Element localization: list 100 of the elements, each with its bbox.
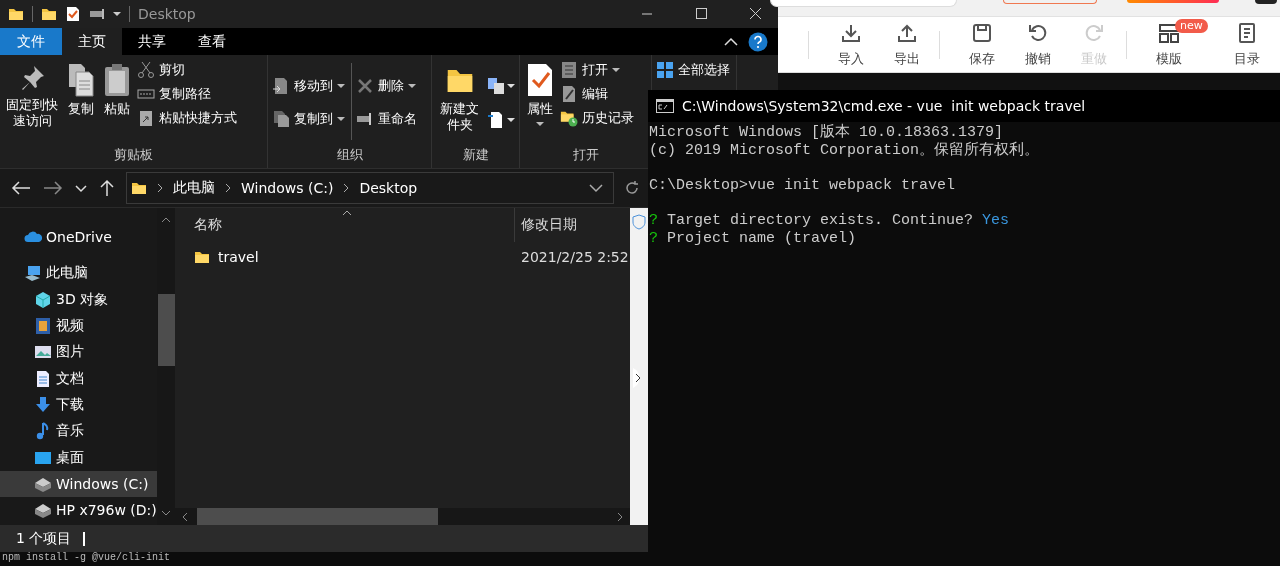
open-icon (560, 60, 578, 79)
ribbon-tab[interactable]: 文件 (0, 28, 62, 55)
window-title: Desktop (138, 6, 196, 22)
window-title: C:\Windows\System32\cmd.exe - vue init webpack travel (682, 98, 1086, 114)
ribbon-button[interactable]: 移动到 (272, 75, 347, 97)
status-text: 1 个项目 (16, 529, 72, 548)
ribbon-button[interactable]: 打开 (560, 59, 636, 80)
terminal-line: C:\Desktop>vue init webpack travel (649, 176, 957, 195)
ribbon-tab[interactable]: 主页 (62, 28, 122, 55)
edit-icon (560, 84, 578, 103)
shield-icon (632, 214, 646, 230)
save-icon (971, 21, 993, 44)
text-cursor (83, 531, 86, 546)
new-badge: new (1175, 18, 1208, 33)
terminal-line: ? Target directory exists. Continue? Yes (649, 211, 1011, 230)
ribbon-button[interactable]: 新建文件夹 (436, 59, 483, 138)
group-label: 新建 (461, 146, 490, 164)
ribbon-button[interactable]: 粘贴快捷方式 (136, 107, 239, 128)
address-bar[interactable]: 此电脑 Windows (C:) Desktop (126, 172, 614, 204)
breadcrumb[interactable]: 此电脑 (173, 179, 215, 197)
ribbon-button[interactable]: 粘贴 (100, 59, 133, 122)
layout-icon (1158, 21, 1180, 44)
up-icon[interactable] (98, 179, 116, 197)
ribbon-tab[interactable]: 共享 (122, 28, 182, 55)
breadcrumb[interactable]: Windows (C:) (241, 180, 334, 196)
sort-caret-icon (342, 210, 352, 216)
group-label: 剪贴板 (113, 146, 154, 164)
nav-item[interactable]: Windows (C:) (0, 470, 157, 497)
caret-icon (113, 11, 121, 17)
ribbon-button[interactable]: 重命名 (356, 108, 419, 130)
scroll-left-icon (181, 511, 189, 522)
ribbon-button[interactable]: 剪切 (136, 59, 239, 80)
nav-item[interactable]: 桌面 (0, 444, 157, 471)
rename-icon[interactable] (89, 6, 105, 22)
toolbar-button[interactable]: 目录 (1219, 21, 1275, 68)
properties-icon[interactable] (65, 6, 81, 22)
ribbon-button[interactable]: 复制路径 (136, 83, 239, 104)
chevron-right-icon (156, 183, 164, 193)
file-name: travel (218, 249, 259, 265)
terminal-line: Microsoft Windows [版本 10.0.18363.1379] (649, 124, 1005, 142)
ribbon-tab[interactable]: 查看 (182, 28, 242, 55)
rename-icon (356, 110, 374, 128)
scroll-down-icon (161, 509, 171, 517)
ribbon-button[interactable]: 固定到快速访问 (4, 59, 61, 134)
film-icon (34, 317, 52, 336)
nav-item[interactable]: HP x796w (D:) (0, 496, 157, 524)
ribbon-button[interactable]: 复制到 (272, 108, 347, 130)
ribbon-button[interactable]: 编辑 (560, 83, 636, 104)
new-item-icon (487, 76, 505, 95)
nav-item[interactable]: 图片 (0, 339, 157, 366)
nav-item[interactable]: 音乐 (0, 418, 157, 445)
nav-item[interactable]: 文档 (0, 365, 157, 392)
terminal-line: ? Project name (travel) (649, 229, 858, 248)
toolbar-button[interactable]: new 模版 (1141, 18, 1219, 68)
terminal-line: npm install -g @vue/cli-init (1, 552, 172, 564)
collapse-ribbon-icon[interactable] (724, 36, 738, 47)
nav-item[interactable]: 3D 对象 (0, 286, 157, 313)
download-icon (34, 395, 52, 414)
scroll-right-icon (616, 511, 624, 522)
ribbon-button[interactable]: 属性 (524, 59, 556, 132)
computer-icon (24, 264, 42, 283)
file-row[interactable]: travel 2021/2/25 2:52 (175, 242, 630, 272)
back-icon[interactable] (10, 179, 32, 197)
ribbon-button[interactable]: 删除 (356, 75, 419, 97)
chevron-right-icon (342, 183, 351, 193)
folder-icon (131, 180, 147, 196)
move-icon (272, 77, 290, 95)
scrollbar-thumb[interactable] (157, 294, 175, 366)
copy-icon (272, 110, 290, 128)
toolbar-button[interactable]: 导入 (823, 21, 879, 68)
document-icon (34, 369, 52, 388)
scissors-icon (136, 60, 155, 79)
ribbon-button[interactable]: 全部选择 (656, 59, 732, 80)
breadcrumb[interactable]: Desktop (359, 180, 418, 196)
document-icon (1236, 21, 1258, 44)
nav-item[interactable]: OneDrive (0, 224, 157, 251)
scrollbar-thumb[interactable] (197, 508, 438, 525)
help-button[interactable] (748, 31, 768, 52)
chevron-down-icon[interactable] (589, 183, 603, 193)
toolbar-button[interactable]: 撤销 (1010, 21, 1066, 68)
scrollbar[interactable] (175, 508, 630, 525)
nav-item[interactable]: 此电脑 (0, 260, 157, 287)
terminal-line: (c) 2019 Microsoft Corporation。保留所有权利。 (649, 141, 1041, 160)
folder-icon[interactable] (41, 6, 57, 22)
nav-item[interactable]: 视频 (0, 312, 157, 340)
nav-item[interactable]: 下载 (0, 391, 157, 419)
question-icon (748, 31, 768, 52)
console-icon (656, 99, 674, 113)
forward-icon[interactable] (42, 179, 64, 197)
toolbar-button[interactable]: 导出 (879, 21, 935, 68)
ribbon-button[interactable]: 历史记录 (560, 107, 636, 128)
toolbar-button[interactable]: 保存 (954, 21, 1010, 68)
delete-icon (356, 77, 374, 95)
ribbon-button[interactable]: 复制 (64, 59, 97, 122)
new-item-icon (487, 110, 505, 129)
refresh-icon[interactable] (624, 180, 640, 196)
column-header[interactable]: 名称 (175, 208, 514, 242)
drive-icon (34, 501, 52, 520)
file-date: 2021/2/25 2:52 (520, 249, 629, 265)
group-label: 组织 (335, 146, 364, 164)
